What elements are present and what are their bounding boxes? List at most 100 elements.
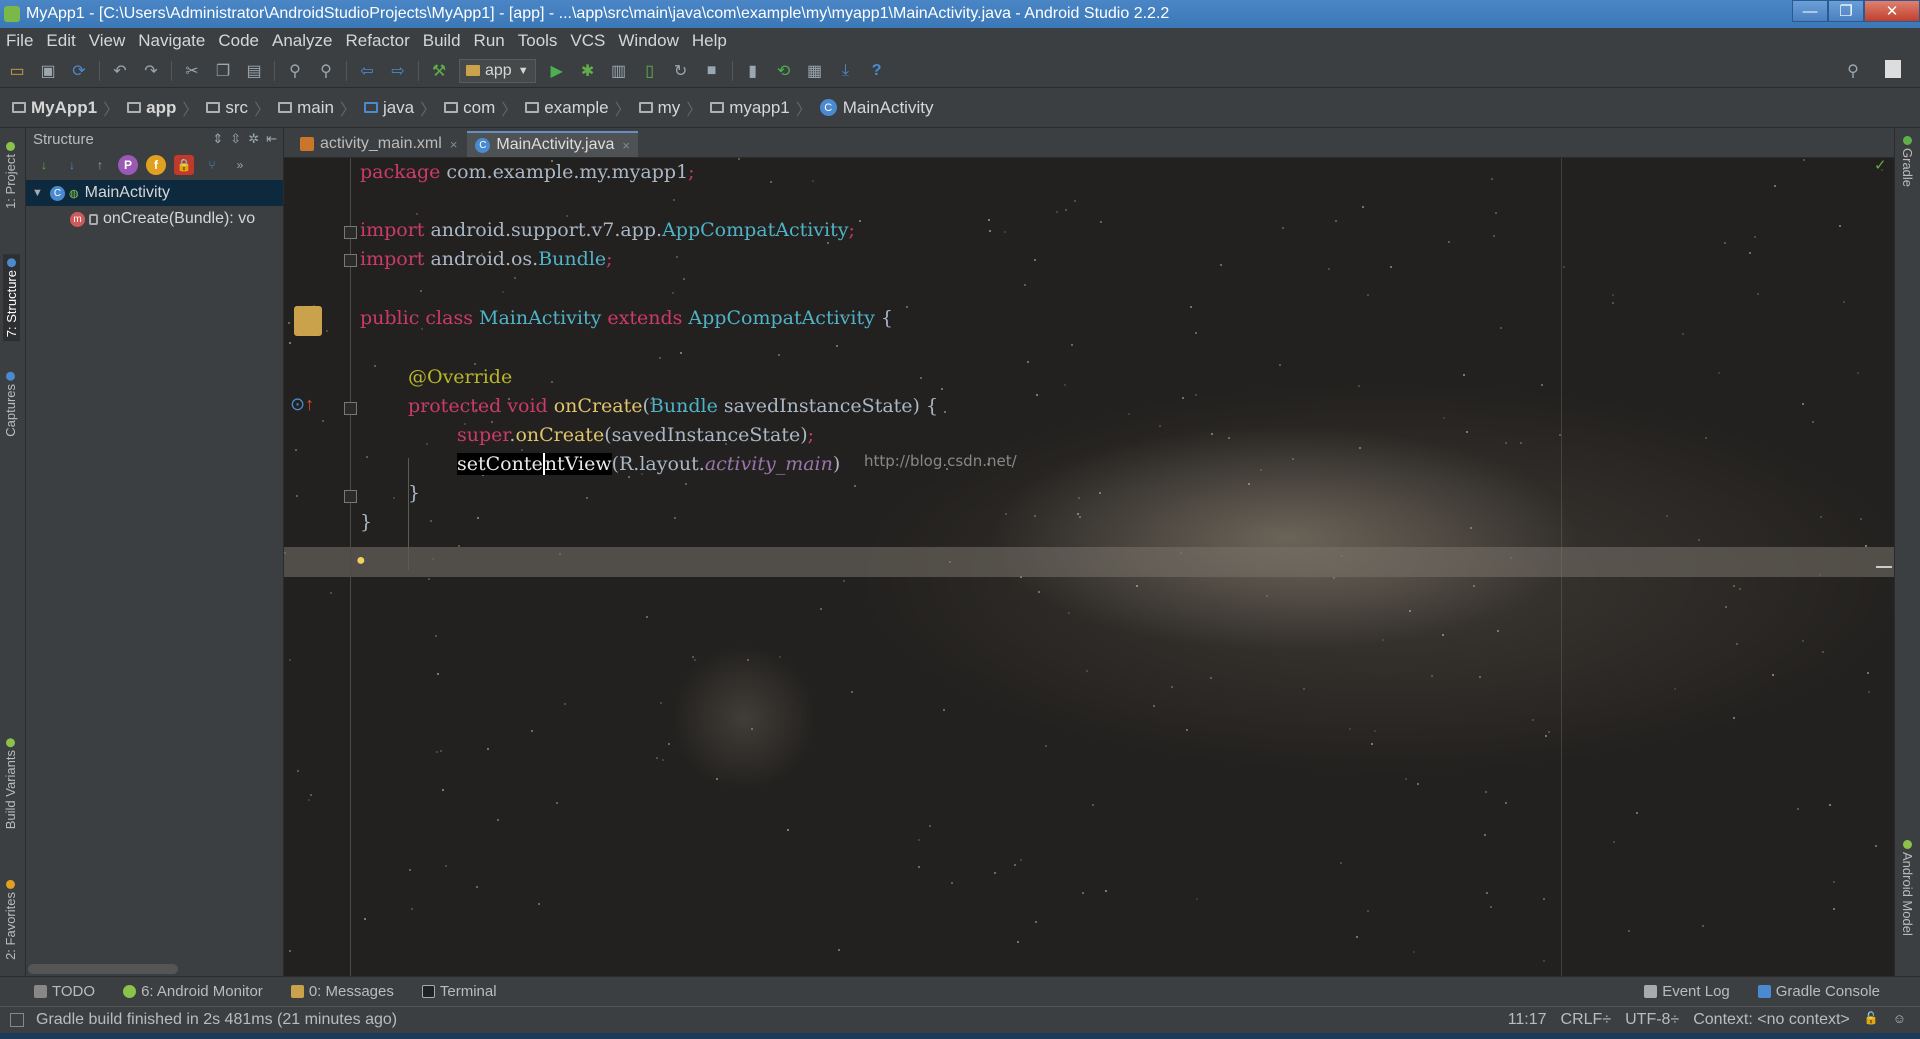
tree-class-mainactivity[interactable]: ▼ C ◍ MainActivity xyxy=(26,180,283,206)
fold-marker[interactable] xyxy=(344,254,357,267)
undo-icon[interactable]: ↶ xyxy=(109,60,131,82)
chevron-down-icon[interactable]: ▼ xyxy=(32,187,46,199)
tab-project[interactable]: 1: Project xyxy=(3,142,18,209)
file-encoding[interactable]: UTF-8÷ xyxy=(1625,1011,1679,1029)
debug-icon[interactable]: ✱ xyxy=(577,60,599,82)
show-non-public-icon[interactable]: 🔒 xyxy=(174,155,194,175)
menu-window[interactable]: Window xyxy=(618,31,678,51)
menu-edit[interactable]: Edit xyxy=(46,31,75,51)
crumb-src[interactable]: src xyxy=(206,98,248,118)
expand-all-icon[interactable]: ⇕ xyxy=(212,131,223,147)
show-fields-icon[interactable]: f xyxy=(146,155,166,175)
sort-visibility-icon[interactable]: ↓ xyxy=(34,155,54,175)
run-config-select[interactable]: app ▼ xyxy=(459,58,536,83)
menu-file[interactable]: File xyxy=(6,31,33,51)
menu-refactor[interactable]: Refactor xyxy=(345,31,409,51)
toggle-tool-buttons-icon[interactable] xyxy=(10,1013,24,1027)
redo-icon[interactable]: ↷ xyxy=(140,60,162,82)
help-icon[interactable]: ? xyxy=(866,60,888,82)
show-properties-icon[interactable]: P xyxy=(118,155,138,175)
override-method-icon[interactable]: ⊙↑ xyxy=(290,394,314,415)
tab-favorites[interactable]: 2: Favorites xyxy=(3,880,18,960)
menu-code[interactable]: Code xyxy=(218,31,259,51)
tab-build-variants[interactable]: Build Variants xyxy=(3,738,18,829)
tab-structure[interactable]: 7: Structure xyxy=(3,254,20,342)
error-stripe-mark[interactable] xyxy=(1876,566,1892,568)
tab-activity-main-xml[interactable]: activity_main.xml × xyxy=(292,131,465,157)
copy-icon[interactable]: ❐ xyxy=(212,60,234,82)
crumb-myapp1[interactable]: myapp1 xyxy=(710,98,790,118)
attach-debugger-icon[interactable]: ▯ xyxy=(639,60,661,82)
close-tab-icon[interactable]: × xyxy=(450,137,458,152)
tab-captures[interactable]: Captures xyxy=(3,372,18,437)
event-icon[interactable] xyxy=(1885,60,1901,78)
forward-icon[interactable]: ⇨ xyxy=(387,60,409,82)
maximize-button[interactable]: ❐ xyxy=(1828,0,1864,22)
profile-icon[interactable]: ▥ xyxy=(608,60,630,82)
paste-icon[interactable]: ▤ xyxy=(243,60,265,82)
cut-icon[interactable]: ✂ xyxy=(181,60,203,82)
open-icon[interactable]: ▭ xyxy=(6,60,28,82)
fold-marker[interactable] xyxy=(344,226,357,239)
show-inherited-icon[interactable]: ↑ xyxy=(90,155,110,175)
sync-icon[interactable]: ⟳ xyxy=(68,60,90,82)
crumb-my[interactable]: my xyxy=(638,98,680,118)
sort-alpha-icon[interactable]: ↓ xyxy=(62,155,82,175)
collapse-all-icon[interactable]: ⇳ xyxy=(230,131,241,147)
tool-gradle-console[interactable]: Gradle Console xyxy=(1757,983,1880,1000)
activity-layout-icon[interactable] xyxy=(294,306,322,336)
replace-icon[interactable]: ⚲ xyxy=(315,60,337,82)
fold-marker[interactable] xyxy=(344,490,357,503)
crumb-main[interactable]: main xyxy=(278,98,334,118)
tab-android-model[interactable]: Android Model xyxy=(1900,840,1915,936)
run-icon[interactable]: ▶ xyxy=(546,60,568,82)
gear-icon[interactable]: ✲ xyxy=(248,131,259,147)
tab-mainactivity-java[interactable]: C MainActivity.java × xyxy=(467,131,638,157)
sync-gradle-icon[interactable]: ⟲ xyxy=(773,60,795,82)
lock-icon[interactable]: 🔓 xyxy=(1864,1011,1879,1029)
avd-manager-icon[interactable]: ▮ xyxy=(742,60,764,82)
search-everywhere-icon[interactable]: ⚲ xyxy=(1842,60,1864,82)
caret-position[interactable]: 11:17 xyxy=(1508,1011,1547,1029)
tree-method-oncreate[interactable]: m onCreate(Bundle): vo xyxy=(26,206,283,232)
crumb-com[interactable]: com xyxy=(444,98,495,118)
menu-view[interactable]: View xyxy=(89,31,126,51)
crumb-mainactivity[interactable]: C MainActivity xyxy=(819,98,933,118)
minimize-button[interactable]: — xyxy=(1792,0,1828,22)
apply-changes-icon[interactable]: ↻ xyxy=(670,60,692,82)
structure-scrollbar[interactable] xyxy=(28,964,178,974)
menu-run[interactable]: Run xyxy=(474,31,505,51)
stop-icon[interactable]: ■ xyxy=(701,60,723,82)
close-button[interactable]: ✕ xyxy=(1864,0,1920,22)
line-separator[interactable]: CRLF÷ xyxy=(1561,1011,1612,1029)
tool-terminal[interactable]: Terminal xyxy=(421,983,497,1000)
find-icon[interactable]: ⚲ xyxy=(284,60,306,82)
close-tab-icon[interactable]: × xyxy=(622,138,630,153)
make-icon[interactable]: ⚒ xyxy=(428,60,450,82)
lightbulb-icon[interactable]: ● xyxy=(356,552,366,570)
crumb-example[interactable]: example xyxy=(525,98,609,118)
context-indicator[interactable]: Context: <no context> xyxy=(1693,1011,1850,1029)
back-icon[interactable]: ⇦ xyxy=(356,60,378,82)
project-structure-icon[interactable]: ▦ xyxy=(804,60,826,82)
menu-tools[interactable]: Tools xyxy=(518,31,558,51)
crumb-java[interactable]: java xyxy=(363,98,414,118)
save-icon[interactable]: ▣ xyxy=(37,60,59,82)
menu-vcs[interactable]: VCS xyxy=(570,31,605,51)
menu-navigate[interactable]: Navigate xyxy=(138,31,205,51)
show-anonymous-icon[interactable]: ⑂ xyxy=(202,155,222,175)
tool-todo[interactable]: TODO xyxy=(34,983,95,1000)
tool-android-monitor[interactable]: 6: Android Monitor xyxy=(123,983,263,1000)
menu-analyze[interactable]: Analyze xyxy=(272,31,332,51)
tool-event-log[interactable]: Event Log xyxy=(1644,983,1730,1000)
inspector-icon[interactable]: ☺ xyxy=(1893,1011,1906,1029)
menu-build[interactable]: Build xyxy=(423,31,461,51)
tool-messages[interactable]: 0: Messages xyxy=(290,983,394,1000)
crumb-myapp1[interactable]: MyApp1 xyxy=(12,98,97,118)
crumb-app[interactable]: app xyxy=(127,98,176,118)
fold-marker[interactable] xyxy=(344,402,357,415)
more-icon[interactable]: » xyxy=(230,155,250,175)
menu-help[interactable]: Help xyxy=(692,31,727,51)
code-editor[interactable]: ⊙↑ ● ✓ package com.example.my.myapp1; im… xyxy=(284,158,1894,976)
hide-panel-icon[interactable]: ⇤ xyxy=(266,131,277,147)
